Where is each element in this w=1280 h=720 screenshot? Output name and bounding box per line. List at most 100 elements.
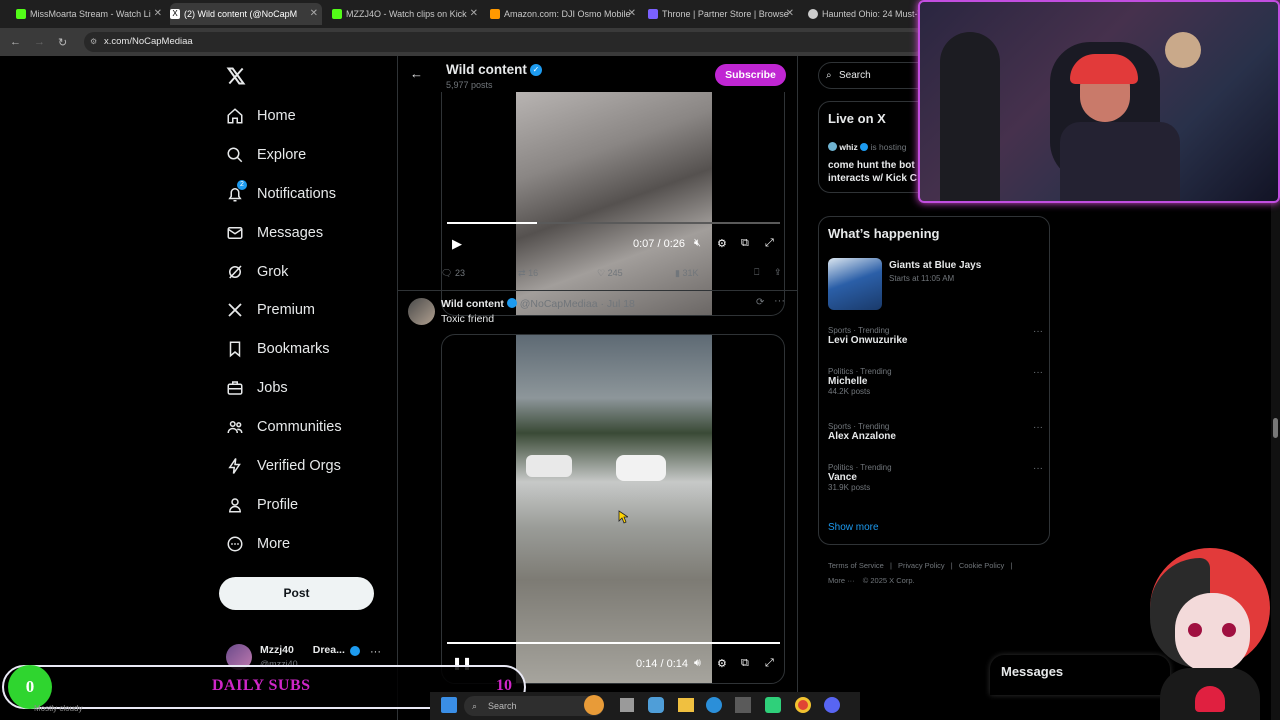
tab-title: (2) Wild content (@NoCapM <box>184 9 298 19</box>
video-time: 0:07 / 0:26 <box>633 238 685 250</box>
address-bar[interactable]: ⚙ x.com/NoCapMediaa <box>84 32 924 52</box>
reload-icon[interactable]: ↻ <box>58 36 67 49</box>
close-tab-icon[interactable]: ✕ <box>470 3 478 25</box>
trend-item[interactable]: Sports · Trending Alex Anzalone ··· <box>828 422 1043 452</box>
bookmark-icon[interactable]: ⎕ <box>754 267 759 278</box>
play-icon[interactable]: ▶ <box>452 236 462 252</box>
sidebar-item-label: Communities <box>257 419 342 435</box>
scrollbar-thumb[interactable] <box>1273 418 1278 438</box>
show-more-link[interactable]: Show more <box>828 522 879 533</box>
copilot-icon[interactable] <box>584 695 604 715</box>
trend-item[interactable]: Politics · Trending Vance 31.9K posts ··… <box>828 463 1043 503</box>
video-player[interactable]: ▶ 0:07 / 0:26 🔇︎ ⚙ ⧉ ⤢ <box>441 92 785 316</box>
repost-button[interactable]: ⇄ 16 <box>518 268 538 279</box>
pip-icon[interactable]: ⧉ <box>741 657 749 670</box>
subscribe-button[interactable]: Subscribe <box>715 64 786 86</box>
browser-tab[interactable]: Amazon.com: DJI Osmo Mobile ✕ <box>490 3 640 25</box>
more-dots-icon[interactable]: ··· <box>1033 326 1043 337</box>
file-explorer-icon[interactable] <box>678 698 694 712</box>
discord-icon[interactable] <box>824 697 840 713</box>
event-thumbnail[interactable] <box>828 258 882 310</box>
share-icon[interactable]: ⇪ <box>774 267 782 278</box>
more-dots-icon[interactable]: ··· <box>774 295 785 307</box>
reply-button[interactable]: 🗨︎ 23 <box>441 268 465 279</box>
close-tab-icon[interactable]: ✕ <box>786 3 794 25</box>
x-logo-icon[interactable] <box>226 66 248 88</box>
taskbar-search-text: Search <box>488 701 517 711</box>
footer-more-link[interactable]: More ··· <box>828 576 855 585</box>
sidebar-item-label: Bookmarks <box>257 341 330 357</box>
app-icon[interactable] <box>765 697 781 713</box>
windows-start-icon[interactable] <box>441 697 457 713</box>
sidebar-item-label: More <box>257 536 291 552</box>
post-author[interactable]: Wild content <box>441 298 504 310</box>
fullscreen-icon[interactable]: ⤢ <box>765 237 774 250</box>
post-count: 5,977 posts <box>446 80 493 90</box>
views-button[interactable]: ▮ 31K <box>675 268 698 279</box>
webcam-overlay <box>918 0 1280 203</box>
back-arrow-icon[interactable]: ← <box>410 66 423 81</box>
like-button[interactable]: ♡ 245 <box>597 268 623 279</box>
back-arrow-icon[interactable]: ← <box>10 36 21 48</box>
store-icon[interactable] <box>735 697 751 713</box>
close-tab-icon[interactable]: ✕ <box>628 3 636 25</box>
notification-badge: 2 <box>237 180 247 190</box>
task-view-icon[interactable] <box>620 698 634 712</box>
home-icon <box>226 107 244 125</box>
taskbar-search[interactable]: ⌕ Search <box>464 696 604 716</box>
trend-item[interactable]: Sports · Trending Levi Onwuzurike ··· <box>828 326 1043 356</box>
avatar[interactable] <box>408 298 435 325</box>
browser-tab[interactable]: Haunted Ohio: 24 Must-Vis <box>808 3 920 25</box>
more-dots-icon[interactable]: ··· <box>1033 367 1043 378</box>
site-info-icon[interactable]: ⚙ <box>90 32 97 52</box>
volume-icon[interactable]: 🔊︎ <box>694 657 701 670</box>
browser-tab-active[interactable]: X (2) Wild content (@NoCapM ✕ <box>170 3 322 25</box>
amazon-icon <box>490 9 500 19</box>
sidebar-item-label: Jobs <box>257 380 288 396</box>
copilot-app-icon[interactable] <box>648 697 664 713</box>
settings-icon[interactable]: ⚙ <box>717 657 727 670</box>
search-icon: ⌕ <box>826 70 832 81</box>
live-line2: interacts w/ Kick C <box>828 173 917 184</box>
browser-tab[interactable]: MZZJ4O - Watch clips on Kick ✕ <box>332 3 482 25</box>
browser-tab[interactable]: MissMoarta Stream - Watch Li ✕ <box>16 3 166 25</box>
edge-icon[interactable] <box>706 697 722 713</box>
post-button[interactable]: Post <box>219 577 374 610</box>
video-progress-track[interactable] <box>447 642 780 644</box>
browser-tab[interactable]: Throne | Partner Store | Browse ✕ <box>648 3 798 25</box>
more-dots-icon[interactable]: ··· <box>370 646 381 658</box>
trend-posts: 31.9K posts <box>828 483 871 492</box>
post-date[interactable]: · Jul 18 <box>600 298 634 310</box>
forward-arrow-icon[interactable]: → <box>34 36 45 48</box>
more-dots-icon[interactable]: ··· <box>1033 422 1043 433</box>
trend-name: Michelle <box>828 376 868 387</box>
video-progress-track[interactable] <box>447 222 780 224</box>
bookmark-icon <box>226 340 244 358</box>
settings-icon[interactable]: ⚙ <box>717 237 727 250</box>
wall-decor <box>1165 32 1201 68</box>
more-dots-icon[interactable]: ··· <box>1033 463 1043 474</box>
event-title[interactable]: Giants at Blue Jays <box>889 260 981 271</box>
post-handle[interactable]: @NoCapMediaa <box>520 298 598 310</box>
close-tab-icon[interactable]: ✕ <box>154 3 162 25</box>
cookie-link[interactable]: Cookie Policy <box>959 561 1004 570</box>
video-player[interactable]: ❚❚ 0:14 / 0:14 🔊︎ ⚙ ⧉ ⤢ <box>441 334 785 684</box>
host-name: whiz <box>839 142 858 152</box>
privacy-link[interactable]: Privacy Policy <box>898 561 945 570</box>
tab-title: Throne | Partner Store | Browse <box>662 9 789 19</box>
chrome-icon[interactable] <box>795 697 811 713</box>
grok-icon[interactable]: ⟳ <box>756 297 764 308</box>
person-silhouette <box>940 32 1000 201</box>
fullscreen-icon[interactable]: ⤢ <box>765 657 774 670</box>
close-tab-icon[interactable]: ✕ <box>310 3 318 25</box>
trend-posts: 44.2K posts <box>828 387 871 396</box>
trend-name: Levi Onwuzurike <box>828 335 908 346</box>
grok-icon <box>226 263 244 281</box>
pip-icon[interactable]: ⧉ <box>741 237 749 250</box>
terms-link[interactable]: Terms of Service <box>828 561 884 570</box>
profile-header: ← Wild content ✓ 5,977 posts Subscribe <box>398 56 797 94</box>
trend-item[interactable]: Politics · Trending Michelle 44.2K posts… <box>828 367 1043 407</box>
subs-count: 0 <box>8 665 52 709</box>
car-shape <box>526 455 572 477</box>
mute-icon[interactable]: 🔇︎ <box>694 237 701 250</box>
